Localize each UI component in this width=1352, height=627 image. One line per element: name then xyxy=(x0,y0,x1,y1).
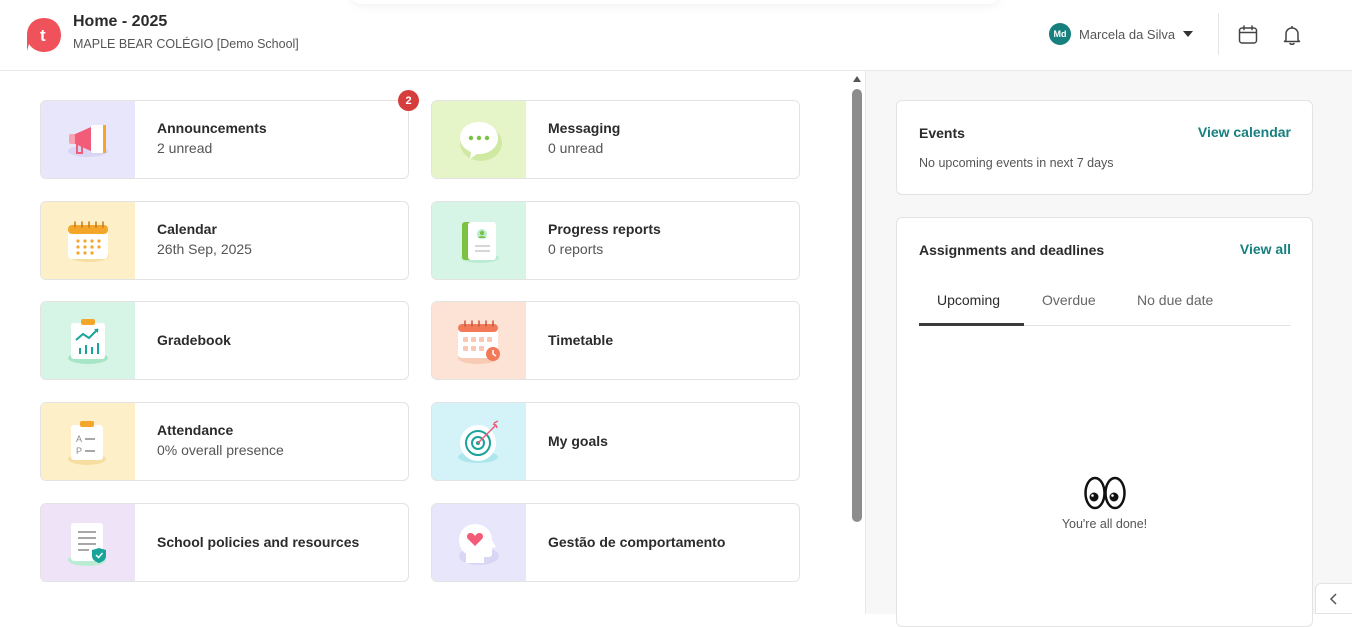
tile-timetable[interactable]: Timetable xyxy=(431,301,800,380)
tile-icon-bg xyxy=(432,504,526,581)
schedule-icon xyxy=(458,319,500,364)
unread-badge: 2 xyxy=(398,90,419,111)
tile-messaging[interactable]: Messaging 0 unread xyxy=(431,100,800,179)
app-logo-icon[interactable]: t xyxy=(26,17,62,53)
events-title: Events xyxy=(919,125,965,141)
tile-my-goals[interactable]: My goals xyxy=(431,402,800,481)
tile-calendar[interactable]: Calendar 26th Sep, 2025 xyxy=(40,201,409,280)
tile-subtitle: 0 unread xyxy=(548,140,604,156)
assignments-tabs: Upcoming Overdue No due date xyxy=(919,284,1291,326)
calendar-icon[interactable] xyxy=(1237,24,1259,46)
scroll-up-arrow-icon[interactable] xyxy=(853,76,861,82)
empty-state-text: You're all done! xyxy=(1061,517,1148,531)
tile-title: Progress reports xyxy=(548,221,661,237)
tile-subtitle: 0 reports xyxy=(548,241,604,257)
tile-icon-bg xyxy=(432,302,526,379)
top-header: t Home - 2025 MAPLE BEAR COLÉGIO [Demo S… xyxy=(0,0,1352,71)
tile-title: My goals xyxy=(548,433,608,449)
avatar: Md xyxy=(1049,23,1071,45)
tile-school-policies[interactable]: School policies and resources xyxy=(40,503,409,582)
bell-icon[interactable] xyxy=(1281,24,1303,46)
right-sidebar: Events View calendar No upcoming events … xyxy=(865,71,1352,627)
user-name: Marcela da Silva xyxy=(1079,26,1176,42)
tile-attendance[interactable]: A P Attendance 0% overall presence xyxy=(40,402,409,481)
tab-upcoming[interactable]: Upcoming xyxy=(937,292,1000,308)
heart-head-icon xyxy=(459,523,499,565)
target-icon xyxy=(458,419,499,463)
megaphone-icon xyxy=(68,124,108,157)
tile-announcements[interactable]: Announcements 2 unread 2 xyxy=(40,90,419,179)
tile-title: Calendar xyxy=(157,221,217,237)
chevron-down-icon xyxy=(1183,31,1194,37)
tile-icon-bg xyxy=(432,403,526,480)
events-card: Events View calendar No upcoming events … xyxy=(896,100,1313,195)
eyes-icon xyxy=(1084,476,1126,510)
tile-subtitle: 0% overall presence xyxy=(157,442,284,458)
chat-bubble-icon xyxy=(460,121,502,161)
dashboard-tiles: Announcements 2 unread 2 Messaging 0 unr… xyxy=(0,71,865,614)
svg-text:P: P xyxy=(76,446,82,456)
chevron-left-icon xyxy=(1329,592,1337,605)
policy-document-icon xyxy=(68,522,106,566)
header-divider xyxy=(1218,13,1219,55)
view-calendar-link[interactable]: View calendar xyxy=(1198,124,1291,140)
tile-icon-bg xyxy=(41,504,135,581)
svg-text:A: A xyxy=(76,434,82,444)
calendar-icon xyxy=(68,220,109,262)
collapse-panel-button[interactable] xyxy=(1315,583,1352,614)
header-shadow xyxy=(350,0,1000,4)
tile-title: Gestão de comportamento xyxy=(548,534,726,550)
attendance-clipboard-icon: A P xyxy=(68,420,106,465)
active-tab-indicator xyxy=(919,323,1024,326)
tile-subtitle: 26th Sep, 2025 xyxy=(157,241,252,257)
tab-overdue[interactable]: Overdue xyxy=(1042,292,1096,308)
events-empty-note: No upcoming events in next 7 days xyxy=(919,156,1114,170)
tile-behavior-management[interactable]: Gestão de comportamento xyxy=(431,503,800,582)
tile-icon-bg xyxy=(41,101,135,178)
tab-no-due-date[interactable]: No due date xyxy=(1137,292,1213,308)
page-title: Home - 2025 xyxy=(73,13,168,30)
assignments-card: Assignments and deadlines View all Upcom… xyxy=(896,217,1313,627)
scrollbar-thumb[interactable] xyxy=(852,89,862,522)
tile-icon-bg xyxy=(41,202,135,279)
view-all-link[interactable]: View all xyxy=(1240,241,1291,257)
assignments-title: Assignments and deadlines xyxy=(919,242,1105,258)
school-name: MAPLE BEAR COLÉGIO [Demo School] xyxy=(73,37,299,51)
tile-title: Gradebook xyxy=(157,332,231,348)
tile-icon-bg xyxy=(432,202,526,279)
svg-text:t: t xyxy=(40,26,46,45)
tile-gradebook[interactable]: Gradebook xyxy=(40,301,409,380)
tile-title: Announcements xyxy=(157,120,267,136)
tile-title: Attendance xyxy=(157,422,234,438)
tile-title: School policies and resources xyxy=(157,534,360,550)
tile-progress-reports[interactable]: Progress reports 0 reports xyxy=(431,201,800,280)
tile-title: Messaging xyxy=(548,120,621,136)
chart-clipboard-icon xyxy=(68,318,108,364)
tile-icon-bg: A P xyxy=(41,403,135,480)
tile-title: Timetable xyxy=(548,332,614,348)
tile-icon-bg xyxy=(41,302,135,379)
report-book-icon xyxy=(461,221,499,263)
tile-subtitle: 2 unread xyxy=(157,140,213,156)
user-menu[interactable]: Md Marcela da Silva xyxy=(1049,23,1194,45)
tile-icon-bg xyxy=(432,101,526,178)
